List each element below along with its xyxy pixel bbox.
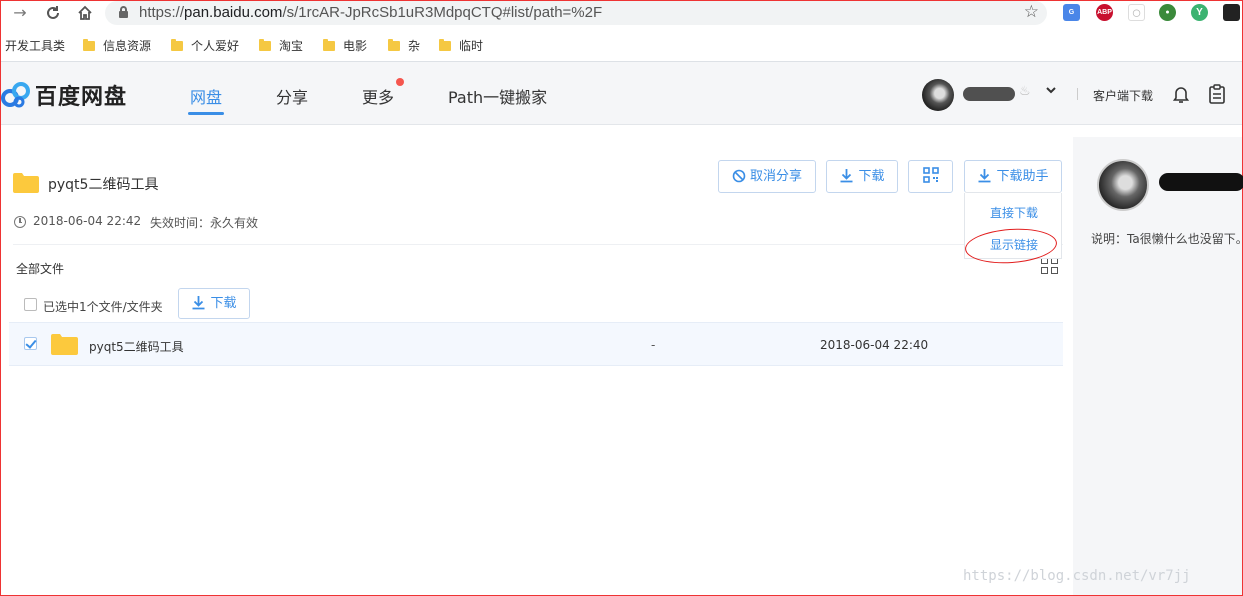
download-icon	[192, 296, 205, 310]
bookmark-item[interactable]: 电影	[323, 37, 367, 54]
file-name[interactable]: pyqt5二维码工具	[89, 338, 184, 355]
browser-toolbar: → https://pan.baidu.com/s/1rcAR-JpRcSb1u…	[1, 1, 1242, 27]
share-main-panel: pyqt5二维码工具 2018-06-04 22:42 失效时间：永久有效 取消…	[1, 137, 1073, 595]
cancel-share-button[interactable]: 取消分享	[718, 160, 816, 193]
divider	[13, 244, 1063, 245]
folder-icon	[259, 39, 271, 51]
clock-icon	[14, 216, 26, 228]
translate-extension-icon[interactable]: G	[1063, 4, 1080, 21]
lock-icon	[119, 6, 128, 18]
reload-icon[interactable]	[42, 3, 64, 23]
owner-sidebar: 说明：Ta很懒什么也没留下。	[1073, 137, 1243, 595]
download-button[interactable]: 下载	[826, 160, 898, 193]
download-helper-button[interactable]: 下载助手	[964, 160, 1062, 193]
url-text: https://pan.baidu.com/s/1rcAR-JpRcSb1uR3…	[139, 4, 603, 21]
folder-icon	[51, 334, 78, 355]
folder-icon	[13, 173, 39, 193]
bookmark-item[interactable]: 个人爱好	[171, 37, 239, 54]
bookmark-item[interactable]: 杂	[388, 37, 420, 54]
owner-avatar[interactable]	[1097, 159, 1149, 211]
qrcode-icon	[922, 167, 939, 183]
breadcrumb[interactable]: 全部文件	[16, 260, 64, 277]
bookmark-star-icon[interactable]: ☆	[1024, 2, 1039, 22]
qrcode-button[interactable]	[908, 160, 953, 193]
share-expire-time: 失效时间：永久有效	[150, 216, 259, 230]
grid-view-icon[interactable]	[1041, 257, 1058, 274]
download-icon	[978, 169, 991, 183]
batch-download-button[interactable]: 下载	[178, 288, 250, 319]
owner-description: 说明：Ta很懒什么也没留下。	[1091, 232, 1243, 246]
direct-download-item[interactable]: 直接下载	[965, 204, 1063, 221]
folder-icon	[439, 39, 451, 51]
ban-icon	[732, 169, 746, 183]
download-icon	[840, 169, 853, 183]
folder-icon	[323, 39, 335, 51]
bookmark-item[interactable]: 信息资源	[83, 37, 151, 54]
nav-path-move[interactable]: Path一键搬家	[448, 84, 547, 108]
forward-icon[interactable]: →	[9, 3, 31, 23]
client-download-link[interactable]: 客户端下载	[1093, 87, 1153, 104]
chevron-down-icon[interactable]	[1045, 84, 1057, 96]
selection-count: 已选中1个文件/文件夹	[43, 300, 163, 314]
notification-extension-icon[interactable]	[1223, 4, 1240, 21]
nav-more[interactable]: 更多	[362, 84, 394, 108]
folder-icon	[83, 39, 95, 51]
bookmarks-bar: 开发工具类 信息资源 个人爱好 淘宝 电影 杂 临时	[1, 31, 1242, 59]
select-all-checkbox[interactable]	[24, 298, 37, 311]
clipboard-icon[interactable]	[1208, 84, 1226, 104]
y-extension-icon[interactable]: Y	[1191, 4, 1208, 21]
username-redacted[interactable]	[963, 87, 1015, 101]
file-date: 2018-06-04 22:40	[820, 338, 929, 352]
home-icon[interactable]	[74, 3, 96, 23]
notification-dot	[396, 78, 404, 86]
folder-icon	[171, 39, 183, 51]
baidu-netdisk-logo-icon[interactable]	[1, 78, 31, 110]
share-created-time: 2018-06-04 22:42	[33, 214, 142, 228]
address-bar[interactable]: https://pan.baidu.com/s/1rcAR-JpRcSb1uR3…	[105, 1, 1047, 25]
vip-icon[interactable]: ♨	[1019, 84, 1031, 99]
shield-extension-icon[interactable]: ◯	[1128, 4, 1145, 21]
share-title: pyqt5二维码工具	[48, 177, 159, 193]
nav-share[interactable]: 分享	[276, 84, 308, 108]
app-header: 百度网盘 网盘 分享 更多 Path一键搬家 ♨ 客户端下载	[1, 61, 1242, 125]
bookmark-item[interactable]: 临时	[439, 37, 483, 54]
file-size: -	[651, 338, 656, 352]
folder-icon	[388, 39, 400, 51]
globe-extension-icon[interactable]: ●	[1159, 4, 1176, 21]
bell-icon[interactable]	[1172, 84, 1190, 104]
nav-active-indicator	[188, 112, 224, 115]
adblock-extension-icon[interactable]: ABP	[1096, 4, 1113, 21]
logo-text[interactable]: 百度网盘	[35, 79, 127, 111]
user-avatar[interactable]	[922, 79, 954, 111]
nav-netdisk[interactable]: 网盘	[190, 84, 222, 108]
header-divider	[1077, 88, 1078, 100]
bookmark-item[interactable]: 淘宝	[259, 37, 303, 54]
row-checkbox[interactable]	[24, 337, 37, 350]
bookmark-item[interactable]: 开发工具类	[5, 37, 65, 54]
watermark: https://blog.csdn.net/vr7jj	[963, 568, 1191, 584]
owner-name-redacted[interactable]	[1159, 173, 1243, 191]
table-row[interactable]: pyqt5二维码工具 - 2018-06-04 22:40	[9, 322, 1063, 366]
